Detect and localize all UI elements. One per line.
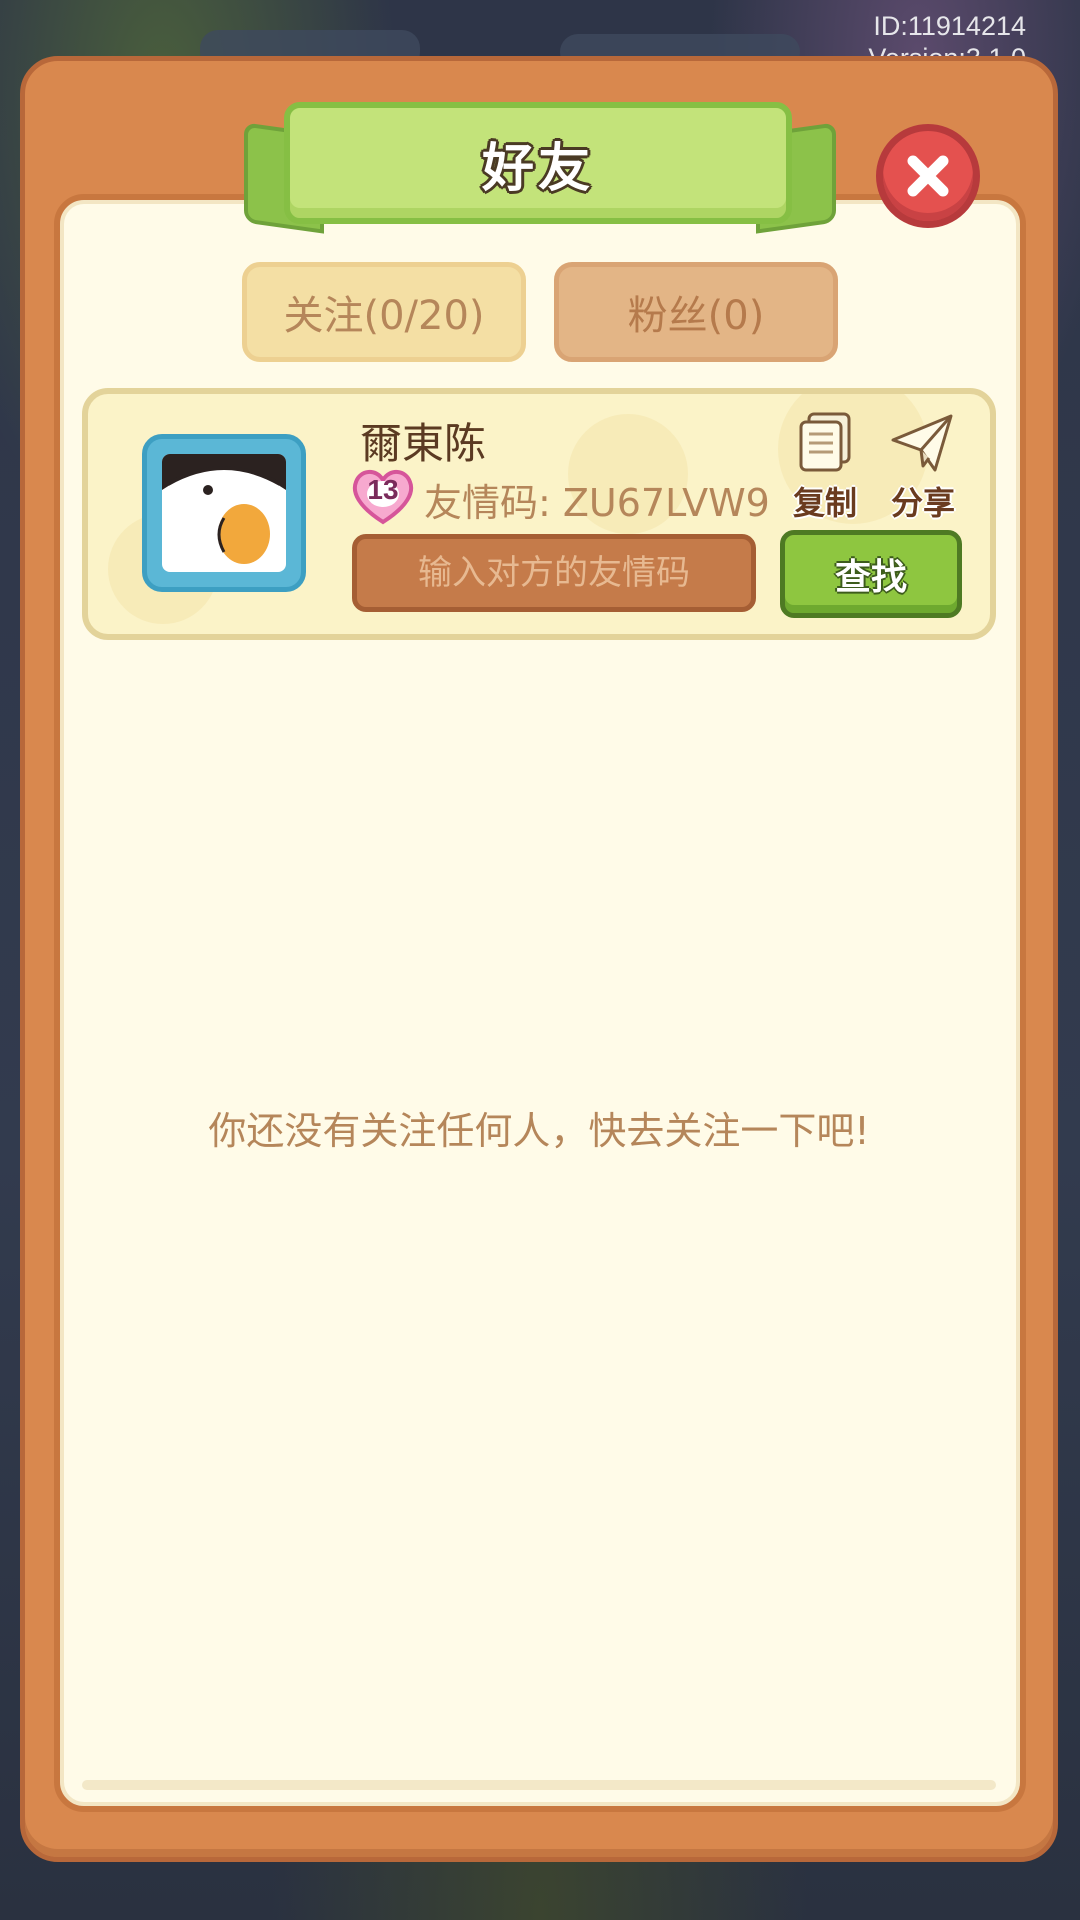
tab-fans-label: 粉丝(0) [627, 293, 765, 339]
tab-following-label: 关注(0/20) [283, 293, 485, 339]
share-button[interactable]: 分享 [880, 410, 966, 524]
close-icon [907, 155, 949, 197]
avatar-duck [162, 454, 286, 572]
title-ribbon: 好友 [284, 102, 792, 224]
avatar[interactable] [142, 434, 306, 592]
friend-code: 友情码: ZU67LVW9 [424, 481, 770, 525]
divider [82, 1780, 996, 1790]
copy-label: 复制 [792, 484, 857, 522]
duck-face-icon [162, 454, 286, 564]
username: 爾東陈 [360, 419, 487, 468]
search-label: 查找 [834, 557, 907, 598]
share-icon [891, 414, 953, 472]
search-button[interactable]: 查找 [780, 530, 962, 618]
tab-following[interactable]: 关注(0/20) [242, 262, 526, 362]
tab-fans[interactable]: 粉丝(0) [554, 262, 838, 362]
share-label: 分享 [890, 484, 955, 522]
copy-icon [799, 412, 851, 472]
empty-message: 你还没有关注任何人，快去关注一下吧! [208, 1109, 870, 1153]
level-number: 13 [367, 474, 399, 505]
dialog-title: 好友 [481, 138, 594, 199]
player-id: ID:11914214 [873, 11, 1026, 41]
close-button[interactable] [876, 124, 980, 228]
copy-button[interactable]: 复制 [782, 410, 868, 524]
friend-code-input[interactable] [352, 534, 756, 612]
